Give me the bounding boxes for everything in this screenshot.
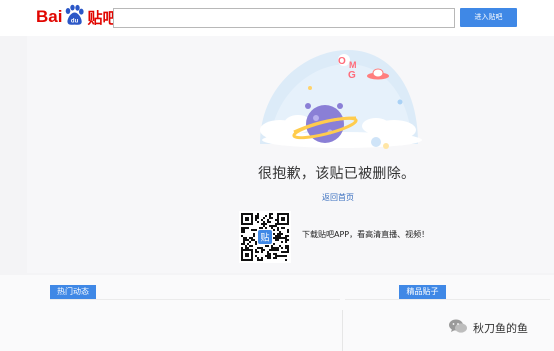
tab-hot-activity[interactable]: 热门动态 bbox=[50, 285, 96, 299]
column-divider bbox=[342, 310, 343, 351]
enter-tieba-button[interactable]: 进入贴吧 bbox=[460, 8, 517, 27]
logo-bai-text: Bai bbox=[36, 7, 63, 26]
download-app-promo: 下载贴吧APP，看高清直播、视频！ bbox=[302, 230, 430, 239]
top-header: Bai du 贴吧 进入贴吧 bbox=[0, 0, 554, 36]
hot-tab-underline bbox=[50, 299, 340, 300]
svg-text:O: O bbox=[338, 56, 346, 67]
wechat-watermark: 秋刀鱼的鱼 bbox=[448, 318, 528, 338]
back-home-link[interactable]: 返回首页 bbox=[322, 192, 354, 203]
qr-center-label: 贴 bbox=[260, 232, 269, 244]
svg-text:du: du bbox=[71, 18, 79, 24]
search-input[interactable] bbox=[113, 8, 455, 28]
svg-text:M: M bbox=[349, 60, 357, 70]
featured-tab-underline bbox=[345, 299, 550, 300]
wechat-icon bbox=[448, 318, 468, 338]
deleted-post-message: 很抱歉，该贴已被删除。 bbox=[258, 166, 416, 182]
svg-text:G: G bbox=[348, 70, 356, 81]
app-qr-code: 贴 bbox=[239, 211, 291, 263]
baidu-tieba-logo[interactable]: Bai du 贴吧 bbox=[36, 4, 117, 30]
watermark-text: 秋刀鱼的鱼 bbox=[473, 322, 528, 335]
deleted-post-illustration: O M G bbox=[258, 44, 426, 160]
paw-icon: du bbox=[63, 4, 85, 30]
tab-featured-posts[interactable]: 精品贴子 bbox=[399, 285, 446, 299]
